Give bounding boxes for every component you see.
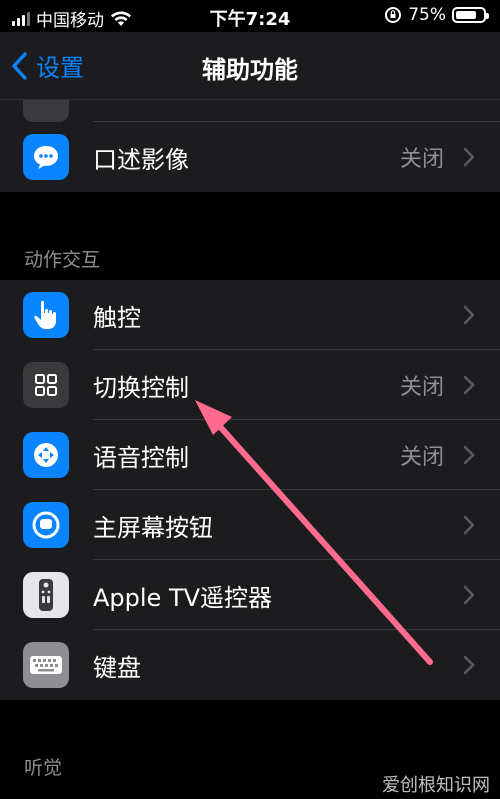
status-bar: 中国移动 下午7:24 75% — [0, 0, 500, 32]
partial-row-icon — [23, 100, 69, 122]
speech-bubble-icon — [23, 134, 69, 180]
chevron-right-icon — [463, 585, 475, 605]
home-button-icon — [23, 502, 69, 548]
list-item-switch-control[interactable]: 切换控制 关闭 — [0, 350, 500, 420]
interaction-group: 触控 切换控制 关闭 语音控制 关闭 主屏幕按钮 Apple TV遥控器 键盘 — [0, 280, 500, 700]
grid-icon — [23, 362, 69, 408]
list-item-home-button[interactable]: 主屏幕按钮 — [0, 490, 500, 560]
list-item-label: 切换控制 — [93, 373, 189, 402]
chevron-right-icon — [463, 147, 475, 167]
partial-row — [0, 100, 500, 122]
section-header-hearing: 听觉 — [24, 757, 63, 779]
list-item-label: 口述影像 — [93, 145, 189, 174]
list-item-value: 关闭 — [399, 445, 444, 470]
list-item-label: 主屏幕按钮 — [93, 513, 213, 542]
list-item-audio-descriptions[interactable]: 口述影像 关闭 — [0, 122, 500, 192]
chevron-right-icon — [463, 655, 475, 675]
chevron-right-icon — [463, 515, 475, 535]
page-title: 辅助功能 — [202, 56, 298, 84]
list-item-touch[interactable]: 触控 — [0, 280, 500, 350]
list-item-label: 语音控制 — [93, 443, 189, 472]
voice-control-icon — [23, 432, 69, 478]
hand-pointer-icon — [23, 292, 69, 338]
battery-icon — [452, 7, 489, 23]
battery-fill — [456, 11, 476, 19]
navigation-bar: 设置 辅助功能 — [0, 32, 500, 100]
remote-icon — [23, 572, 69, 618]
list-item-label: Apple TV遥控器 — [93, 583, 273, 612]
list-item-voice-control[interactable]: 语音控制 关闭 — [0, 420, 500, 490]
status-right: 75% — [384, 5, 489, 25]
list-item-label: 触控 — [93, 303, 141, 332]
keyboard-icon — [23, 642, 69, 688]
chevron-right-icon — [463, 305, 475, 325]
section-gap: 动作交互 — [0, 192, 500, 280]
watermark: 爱创根知识网 — [378, 771, 494, 797]
screen: 中国移动 下午7:24 75% 设置 辅助功能 口述影像 关闭 动作交互 触控 … — [0, 0, 500, 799]
list-item-apple-tv-remote[interactable]: Apple TV遥控器 — [0, 560, 500, 630]
top-group: 口述影像 关闭 — [0, 100, 500, 192]
settings-list: 口述影像 关闭 动作交互 触控 切换控制 关闭 语音控制 关闭 主屏幕按钮 Ap… — [0, 100, 500, 788]
battery-percent: 75% — [408, 5, 446, 25]
chevron-right-icon — [463, 445, 475, 465]
list-item-value: 关闭 — [399, 375, 444, 400]
list-item-label: 键盘 — [93, 653, 141, 682]
orientation-lock-icon — [385, 7, 402, 23]
list-item-keyboard[interactable]: 键盘 — [0, 630, 500, 700]
section-header-interaction: 动作交互 — [24, 249, 101, 271]
list-item-value: 关闭 — [399, 147, 444, 172]
chevron-right-icon — [463, 375, 475, 395]
